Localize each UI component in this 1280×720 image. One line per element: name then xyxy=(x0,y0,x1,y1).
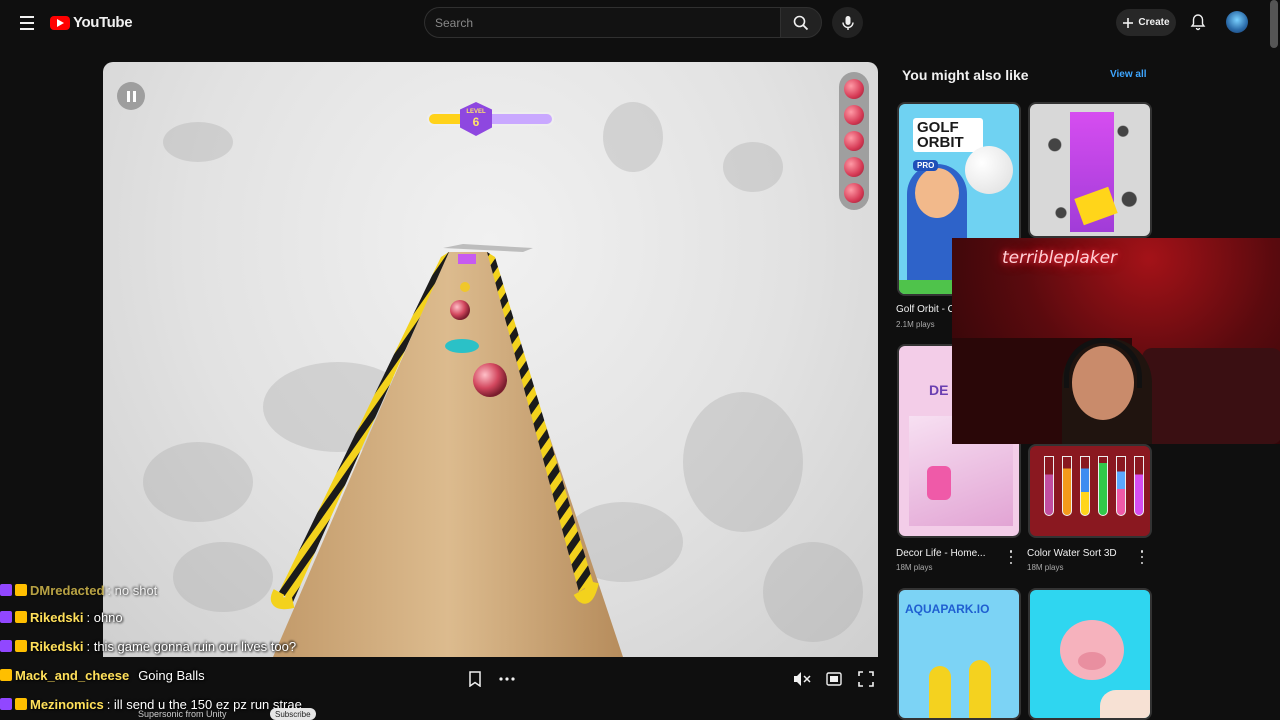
bookmark-icon[interactable] xyxy=(464,668,486,690)
voice-search-button[interactable] xyxy=(832,7,863,38)
life-ball-icon xyxy=(844,131,864,151)
neon-sign: terribleplaker xyxy=(1002,248,1118,268)
crown-badge-icon xyxy=(15,611,27,623)
scrollbar[interactable] xyxy=(1270,0,1278,48)
pig-snout-art xyxy=(1078,652,1106,670)
chat-text: : this game gonna ruin our lives too? xyxy=(86,638,297,654)
game-thumbnail-water-sort[interactable] xyxy=(1028,444,1152,538)
mute-icon[interactable] xyxy=(791,668,813,690)
crown-badge-icon xyxy=(15,698,27,710)
chat-message: Rikedski : ohno xyxy=(0,607,123,627)
chat-username: Mack_and_cheese xyxy=(15,667,130,683)
create-button[interactable]: Create xyxy=(1116,9,1176,36)
chair-art xyxy=(927,466,951,500)
sub-badge-icon xyxy=(0,698,12,710)
card-plays: 18M plays xyxy=(1027,563,1064,572)
bell-icon xyxy=(1190,14,1206,31)
tube-art xyxy=(1044,456,1054,516)
view-all-link[interactable]: View all xyxy=(1110,69,1147,80)
logo-text: YouTube xyxy=(73,14,133,31)
tube-art xyxy=(1134,456,1144,516)
card-plays: 18M plays xyxy=(896,563,933,572)
more-icon[interactable] xyxy=(496,668,518,690)
notifications-button[interactable] xyxy=(1188,12,1208,32)
chat-username: Mezinomics xyxy=(30,696,104,712)
chat-message: Mack_and_cheese Going Balls xyxy=(0,665,205,685)
golf-ball-art xyxy=(965,146,1013,194)
ball-track xyxy=(270,244,623,657)
bed-art xyxy=(1142,348,1280,444)
webcam-overlay: terribleplaker xyxy=(952,238,1280,444)
search-bar xyxy=(424,7,822,38)
game-thumbnail-6[interactable] xyxy=(1028,588,1152,720)
chat-text: : ohno xyxy=(86,609,123,625)
life-ball-icon xyxy=(844,157,864,177)
chat-username: Rikedski xyxy=(30,638,84,654)
avatar[interactable] xyxy=(1226,11,1248,33)
microphone-icon xyxy=(841,15,854,30)
crown-badge-icon xyxy=(15,584,27,596)
sub-badge-icon xyxy=(0,611,12,623)
pause-button[interactable] xyxy=(117,82,145,110)
aquapark-title-art: AQUAPARK.IO xyxy=(905,602,990,616)
card-title[interactable]: Decor Life - Home... xyxy=(896,548,1000,559)
theater-icon[interactable] xyxy=(823,668,845,690)
search-button[interactable] xyxy=(780,7,822,38)
card-title[interactable]: Golf Orbit - Oi xyxy=(896,304,952,315)
golfer-face xyxy=(915,168,959,218)
fullscreen-icon[interactable] xyxy=(855,668,877,690)
subscribe-button[interactable]: Subscribe xyxy=(270,708,316,720)
chat-message: Rikedski : this game gonna ruin our live… xyxy=(0,636,296,656)
youtube-logo[interactable]: YouTube xyxy=(50,14,133,31)
pro-badge: PRO xyxy=(913,160,939,171)
top-bar: YouTube Create xyxy=(0,0,1280,48)
tube-art xyxy=(1080,456,1090,516)
sidebar-title: You might also like xyxy=(902,67,1029,83)
life-ball-icon xyxy=(844,105,864,125)
menu-icon[interactable] xyxy=(14,10,40,36)
golf-orbit-title-art: GOLF ORBIT xyxy=(913,118,983,152)
hand-art xyxy=(1100,690,1150,718)
crown-badge-icon xyxy=(15,640,27,652)
sub-badge-icon xyxy=(0,640,12,652)
card-more-icon[interactable] xyxy=(1008,550,1014,564)
tube-art xyxy=(1062,456,1072,516)
card-plays: 2.1M plays xyxy=(896,320,935,329)
pig-art xyxy=(1060,620,1124,680)
game-source-text: Supersonic from Unity xyxy=(138,709,227,719)
search-input[interactable] xyxy=(424,7,780,38)
lives-indicator xyxy=(839,72,869,210)
level-number: 6 xyxy=(472,115,480,129)
life-ball-icon xyxy=(844,183,864,203)
chat-username: Rikedski xyxy=(30,609,84,625)
search-icon xyxy=(793,15,809,30)
chat-username: DMredacted xyxy=(30,582,105,598)
create-label: Create xyxy=(1138,17,1170,28)
youtube-play-icon xyxy=(50,15,70,30)
life-ball-icon xyxy=(844,79,864,99)
game-thumbnail-2[interactable] xyxy=(1028,102,1152,238)
crown-badge-icon xyxy=(0,669,12,681)
chat-text: : no shot xyxy=(107,582,158,598)
card-title[interactable]: Color Water Sort 3D xyxy=(1027,548,1131,559)
sub-badge-icon xyxy=(0,584,12,596)
game-thumbnail-aquapark[interactable]: AQUAPARK.IO xyxy=(897,588,1021,720)
character-art xyxy=(969,660,991,718)
card-more-icon[interactable] xyxy=(1139,550,1145,564)
decor-title-art: DE xyxy=(929,382,949,398)
tube-art xyxy=(1098,456,1108,516)
character-art xyxy=(929,666,951,718)
chat-text: Going Balls xyxy=(138,667,205,683)
tube-art xyxy=(1116,456,1126,516)
chat-message: DMredacted : no shot xyxy=(0,580,157,600)
plus-icon xyxy=(1123,17,1134,28)
game-canvas[interactable]: LEVEL 6 xyxy=(103,62,878,657)
